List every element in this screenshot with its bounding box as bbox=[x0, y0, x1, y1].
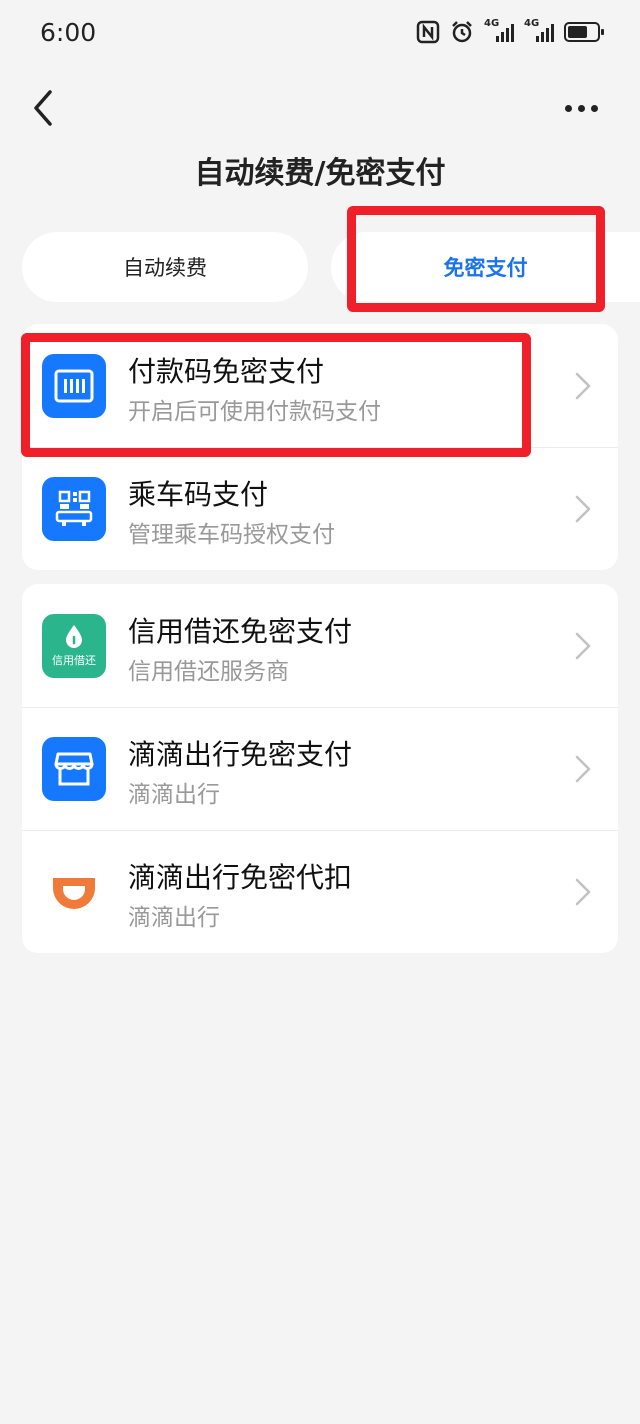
dot-icon bbox=[590, 104, 598, 112]
chevron-right-icon bbox=[575, 495, 591, 523]
item-subtitle: 管理乘车码授权支付 bbox=[128, 522, 335, 548]
dot-icon bbox=[564, 104, 572, 112]
tab-password-free-pay[interactable]: 免密支付 bbox=[331, 232, 640, 302]
list-item[interactable]: 付款码免密支付 开启后可使用付款码支付 bbox=[22, 324, 618, 447]
list-item[interactable]: 信用借还 信用借还免密支付 信用借还服务商 bbox=[22, 584, 618, 707]
list-item[interactable]: 乘车码支付 管理乘车码授权支付 bbox=[22, 447, 618, 570]
item-title: 滴滴出行免密支付 bbox=[128, 738, 353, 771]
more-options-button[interactable] bbox=[556, 88, 606, 128]
item-subtitle: 开启后可使用付款码支付 bbox=[128, 399, 381, 425]
nfc-icon bbox=[416, 20, 440, 44]
item-title: 信用借还免密支付 bbox=[128, 615, 353, 648]
alarm-icon bbox=[452, 21, 472, 43]
chevron-right-icon bbox=[575, 372, 591, 400]
list-item[interactable]: 滴滴出行免密支付 滴滴出行 bbox=[22, 707, 618, 830]
chevron-right-icon bbox=[575, 878, 591, 906]
settings-card: 信用借还 信用借还免密支付 信用借还服务商 滴滴出行免密支付 滴滴出行 滴滴出行… bbox=[22, 584, 618, 953]
tab-auto-renew[interactable]: 自动续费 bbox=[22, 232, 308, 302]
item-title: 付款码免密支付 bbox=[128, 355, 325, 388]
store-icon bbox=[42, 737, 106, 801]
status-time: 6:00 bbox=[40, 18, 97, 47]
item-subtitle: 信用借还服务商 bbox=[128, 659, 289, 685]
item-title: 滴滴出行免密代扣 bbox=[128, 861, 353, 894]
settings-card: 付款码免密支付 开启后可使用付款码支付 乘车码支付 管理乘车码授权支付 bbox=[22, 324, 618, 570]
item-subtitle: 滴滴出行 bbox=[128, 905, 220, 931]
chevron-left-icon bbox=[34, 90, 52, 126]
signal-icon: 4G bbox=[484, 18, 514, 44]
credit-borrow-icon: 信用借还 bbox=[42, 614, 106, 678]
didi-logo-icon bbox=[42, 860, 106, 924]
status-bar: 6:00 4G 4G bbox=[0, 0, 640, 68]
chevron-right-icon bbox=[575, 632, 591, 660]
back-button[interactable] bbox=[26, 86, 66, 130]
item-subtitle: 滴滴出行 bbox=[128, 782, 220, 808]
drop-icon bbox=[66, 625, 82, 648]
item-title: 乘车码支付 bbox=[128, 478, 269, 511]
status-icons: 4G 4G bbox=[416, 18, 604, 44]
battery-icon bbox=[564, 22, 604, 42]
icon-label: 信用借还 bbox=[52, 654, 96, 667]
chevron-right-icon bbox=[575, 755, 591, 783]
page-title: 自动续费/免密支付 bbox=[194, 156, 446, 191]
barcode-icon bbox=[42, 354, 106, 418]
bus-qr-icon bbox=[42, 477, 106, 541]
signal-icon: 4G bbox=[524, 18, 554, 44]
dot-icon bbox=[577, 104, 585, 112]
list-item[interactable]: 滴滴出行免密代扣 滴滴出行 bbox=[22, 830, 618, 953]
